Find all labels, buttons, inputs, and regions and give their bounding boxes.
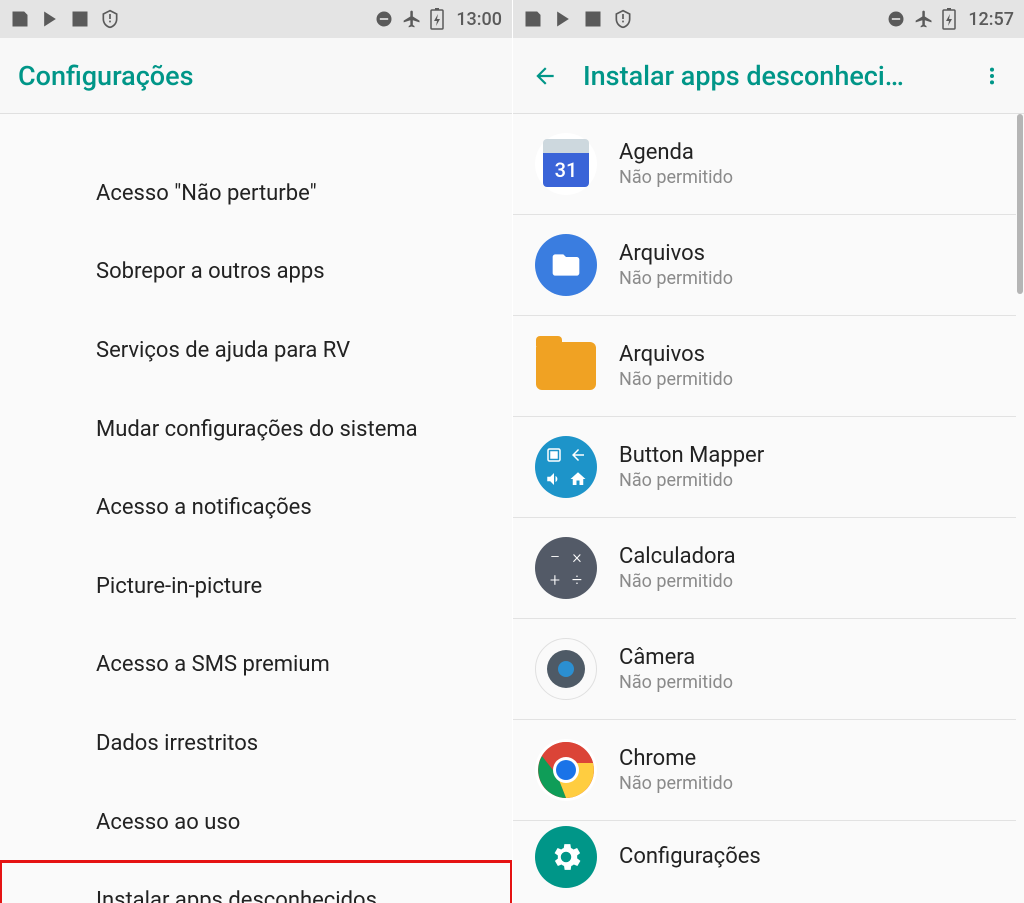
camera-icon [535, 638, 597, 700]
settings-item-premium-sms[interactable]: Acesso a SMS premium [0, 626, 512, 705]
status-bar: 13:00 [0, 0, 512, 38]
page-title: Configurações [18, 60, 494, 92]
settings-item-notification-access[interactable]: Acesso a notificações [0, 468, 512, 547]
settings-item-label: Instalar apps desconhecidos [96, 888, 377, 903]
settings-item-label: Serviços de ajuda para RV [96, 338, 350, 363]
settings-item-admin-apps[interactable]: Apps de administrador de dispositivo [0, 114, 512, 154]
status-bar: 12:57 [513, 0, 1024, 38]
app-list[interactable]: 31 Agenda Não permitido Arquivos Não per… [513, 114, 1024, 903]
app-name: Button Mapper [619, 443, 764, 468]
dnd-icon [374, 9, 394, 29]
settings-item-label: Sobrepor a outros apps [96, 259, 325, 284]
folder-icon [535, 335, 597, 397]
dnd-icon [886, 9, 906, 29]
settings-item-vr-helper[interactable]: Serviços de ajuda para RV [0, 311, 512, 390]
app-status: Não permitido [619, 167, 733, 188]
back-button[interactable] [531, 62, 559, 90]
files-icon [535, 234, 597, 296]
gear-icon [535, 826, 597, 888]
settings-item-install-unknown[interactable]: Instalar apps desconhecidos [0, 861, 512, 903]
settings-item-label: Acesso a notificações [96, 495, 312, 520]
app-name: Calculadora [619, 544, 736, 569]
settings-header: Configurações [0, 38, 512, 114]
settings-item-dnd-access[interactable]: Acesso "Não perturbe" [0, 154, 512, 233]
clock: 13:00 [456, 9, 502, 30]
app-item-calculadora[interactable]: −×+÷ Calculadora Não permitido [513, 518, 1016, 619]
app-item-chrome[interactable]: Chrome Não permitido [513, 720, 1016, 821]
button-mapper-icon [535, 436, 597, 498]
settings-item-label: Acesso a SMS premium [96, 652, 330, 677]
settings-item-usage-access[interactable]: Acesso ao uso [0, 783, 512, 862]
settings-item-label: Mudar configurações do sistema [96, 417, 418, 442]
app-status: Não permitido [619, 571, 736, 592]
app-item-configuracoes[interactable]: Configurações [513, 821, 1016, 893]
settings-item-label: Acesso "Não perturbe" [96, 181, 317, 206]
app-item-arquivos-1[interactable]: Arquivos Não permitido [513, 215, 1016, 316]
clock: 12:57 [968, 9, 1014, 30]
app-status: Não permitido [619, 268, 733, 289]
arrow-left-icon [532, 63, 558, 89]
airplane-icon [402, 9, 422, 29]
app-name: Configurações [619, 844, 761, 869]
page-title: Instalar apps desconheci… [583, 60, 954, 92]
calendar-icon: 31 [535, 133, 597, 195]
settings-item-label: Picture-in-picture [96, 574, 262, 599]
app-item-agenda[interactable]: 31 Agenda Não permitido [513, 114, 1016, 215]
play-store-icon [40, 9, 60, 29]
scrollbar[interactable] [1017, 114, 1023, 903]
settings-item-label: Apps de administrador de dispositivo [96, 114, 459, 115]
calculator-icon: −×+÷ [535, 537, 597, 599]
settings-item-unrestricted-data[interactable]: Dados irrestritos [0, 704, 512, 783]
notification-icon [523, 9, 543, 29]
app-item-button-mapper[interactable]: Button Mapper Não permitido [513, 417, 1016, 518]
settings-list[interactable]: Apps de administrador de dispositivo Ace… [0, 114, 512, 903]
notification-icon [10, 9, 30, 29]
right-screenshot: 12:57 Instalar apps desconheci… 31 Agend… [512, 0, 1024, 903]
settings-item-label: Dados irrestritos [96, 731, 258, 756]
image-icon [583, 9, 603, 29]
airplane-icon [914, 9, 934, 29]
app-name: Câmera [619, 645, 733, 670]
more-vert-icon [981, 65, 1003, 87]
battery-icon [942, 8, 956, 30]
app-status: Não permitido [619, 672, 733, 693]
settings-item-modify-system[interactable]: Mudar configurações do sistema [0, 390, 512, 469]
battery-icon [430, 8, 444, 30]
app-item-camera[interactable]: Câmera Não permitido [513, 619, 1016, 720]
app-item-arquivos-2[interactable]: Arquivos Não permitido [513, 316, 1016, 417]
app-name: Arquivos [619, 241, 733, 266]
play-store-icon [553, 9, 573, 29]
shield-alert-icon [100, 9, 120, 29]
scrollbar-thumb[interactable] [1017, 114, 1023, 294]
settings-item-label: Acesso ao uso [96, 810, 240, 835]
app-status: Não permitido [619, 773, 733, 794]
left-screenshot: 13:00 Configurações Apps de administrado… [0, 0, 512, 903]
settings-item-overlay[interactable]: Sobrepor a outros apps [0, 233, 512, 312]
chrome-icon [535, 739, 597, 801]
shield-alert-icon [613, 9, 633, 29]
overflow-menu-button[interactable] [978, 62, 1006, 90]
app-name: Chrome [619, 746, 733, 771]
install-unknown-header: Instalar apps desconheci… [513, 38, 1024, 114]
app-status: Não permitido [619, 470, 764, 491]
app-status: Não permitido [619, 369, 733, 390]
settings-item-pip[interactable]: Picture-in-picture [0, 547, 512, 626]
image-icon [70, 9, 90, 29]
app-name: Arquivos [619, 342, 733, 367]
app-name: Agenda [619, 140, 733, 165]
